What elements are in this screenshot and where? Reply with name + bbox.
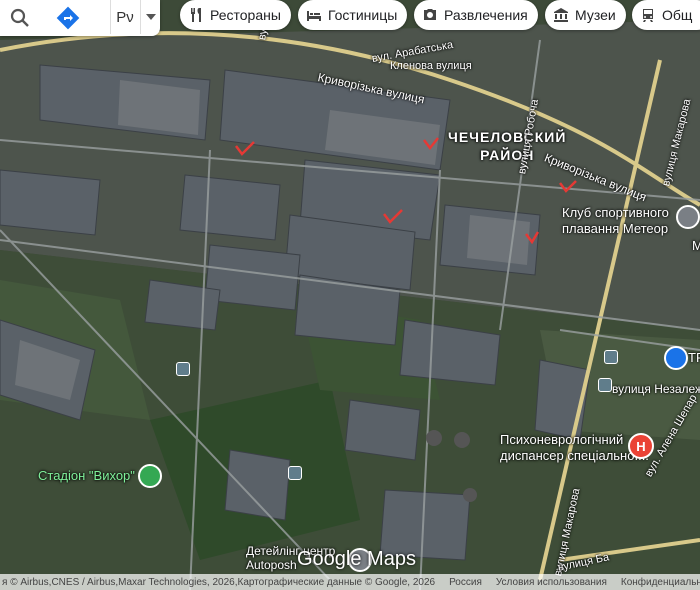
bus-stop-icon[interactable] <box>288 466 302 480</box>
country-link[interactable]: Россия <box>449 577 482 588</box>
poi-tr: TR <box>688 350 700 365</box>
bus-stop-icon[interactable] <box>176 362 190 376</box>
stadium-pin-icon[interactable] <box>138 464 162 488</box>
chip-restaurants[interactable]: Рестораны <box>180 0 291 30</box>
poi-hospital-line-1: Психоневрологічний <box>500 432 624 447</box>
street-nezalezhnosti: вулиця Незалеж <box>612 382 700 396</box>
transit-icon <box>643 9 653 22</box>
chip-label: Рестораны <box>210 7 281 23</box>
language-toggle[interactable]: Рν <box>110 0 139 34</box>
attribution-bar: я © Airbus,CNES / Airbus,Maxar Technolog… <box>0 574 700 590</box>
street-klenova: Кленова вулиця <box>390 60 472 72</box>
poi-meteor-line-2: плавання Метеор <box>562 221 669 236</box>
restaurant-icon <box>191 8 201 22</box>
camera-icon <box>424 9 436 20</box>
chip-transit[interactable]: Общ <box>632 0 700 30</box>
poi-hospital-line-2: диспансер спеціальної... <box>500 448 649 463</box>
search-icon[interactable] <box>8 6 32 30</box>
museum-icon <box>554 8 568 22</box>
poi-m: M <box>692 238 700 253</box>
bus-stop-icon[interactable] <box>598 378 612 392</box>
chip-label: Развлечения <box>444 7 528 23</box>
attribution-text: я © Airbus,CNES / Airbus,Maxar Technolog… <box>2 576 436 588</box>
chip-label: Гостиницы <box>328 7 398 23</box>
directions-icon[interactable] <box>56 6 80 30</box>
chip-entertainment[interactable]: Развлечения <box>414 0 538 30</box>
tr-pin-icon[interactable] <box>664 346 688 370</box>
search-box[interactable]: Рν <box>0 0 160 36</box>
poi-meteor-line-1: Клуб спортивного <box>562 205 669 220</box>
bus-stop-icon[interactable] <box>604 350 618 364</box>
chip-label: Музеи <box>575 7 616 23</box>
poi-meteor[interactable]: Клуб спортивного плавання Метеор <box>562 205 669 237</box>
hotel-icon <box>307 11 321 21</box>
meteor-pin-icon[interactable] <box>676 205 700 229</box>
chip-museums[interactable]: Музеи <box>545 0 626 30</box>
privacy-link[interactable]: Конфиденциальность <box>621 577 700 588</box>
hospital-pin-icon[interactable]: H <box>628 433 654 459</box>
terms-link[interactable]: Условия использования <box>496 577 607 588</box>
chevron-down-icon[interactable] <box>140 0 161 34</box>
google-maps-logo: Google Maps <box>297 548 416 570</box>
chip-hotels[interactable]: Гостиницы <box>298 0 408 30</box>
poi-stadium[interactable]: Стадіон "Вихор" <box>38 468 135 483</box>
poi-hospital[interactable]: Психоневрологічний диспансер спеціальної… <box>500 432 649 464</box>
district-line-1: ЧЕЧЕЛОВСКИЙ <box>448 129 567 145</box>
chip-label: Общ <box>662 7 693 23</box>
